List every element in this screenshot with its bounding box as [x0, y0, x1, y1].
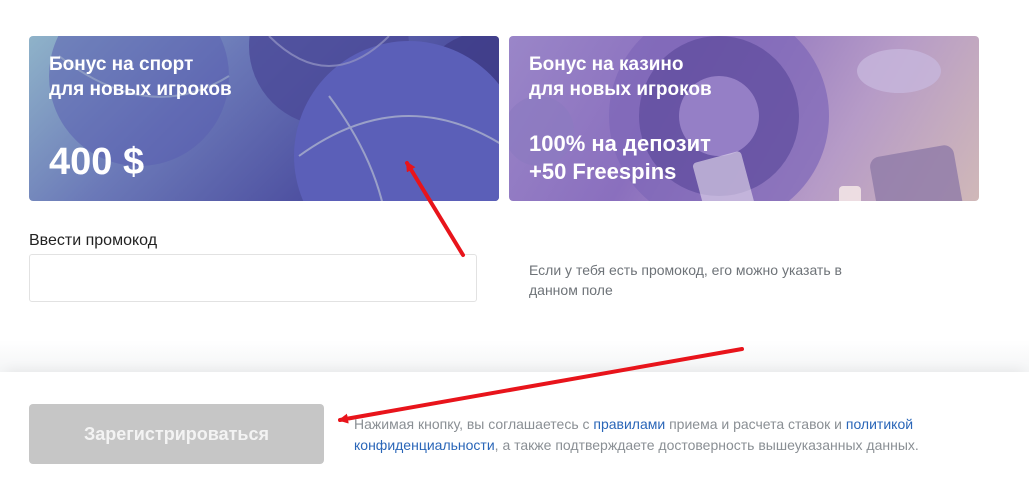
sport-bonus-title: Бонус на спорт для новых игроков: [49, 52, 349, 102]
casino-offer-line1: 100% на депозит: [529, 131, 711, 156]
terms-part3: , а также подтверждаете достоверность вы…: [494, 437, 919, 453]
sport-bonus-amount: 400 $: [49, 141, 145, 183]
rules-link[interactable]: правилами: [593, 416, 665, 432]
casino-bonus-title: Бонус на казино для новых игроков: [529, 52, 829, 102]
promo-code-input[interactable]: [29, 254, 477, 302]
sport-title-line2: для новых игроков: [49, 79, 232, 100]
casino-title-line1: Бонус на казино: [529, 54, 684, 75]
terms-part1: Нажимая кнопку, вы соглашаетесь с: [354, 416, 594, 432]
promo-code-label: Ввести промокод: [29, 232, 158, 249]
casino-title-line2: для новых игроков: [529, 79, 712, 100]
terms-text: Нажимая кнопку, вы соглашаетесь с правил…: [354, 414, 994, 456]
sport-bonus-card[interactable]: Бонус на спорт для новых игроков 400 $: [29, 36, 499, 201]
register-button[interactable]: Зарегистрироваться: [29, 404, 324, 464]
terms-part2: приема и расчета ставок и: [665, 416, 846, 432]
casino-bonus-offer: 100% на депозит +50 Freespins: [529, 130, 711, 186]
casino-offer-line2: +50 Freespins: [529, 159, 677, 184]
footer-shadow: [0, 340, 1029, 372]
sport-title-line1: Бонус на спорт: [49, 54, 194, 75]
casino-bonus-card[interactable]: Бонус на казино для новых игроков 100% н…: [509, 36, 979, 201]
promo-code-hint: Если у тебя есть промокод, его можно ука…: [529, 262, 842, 298]
